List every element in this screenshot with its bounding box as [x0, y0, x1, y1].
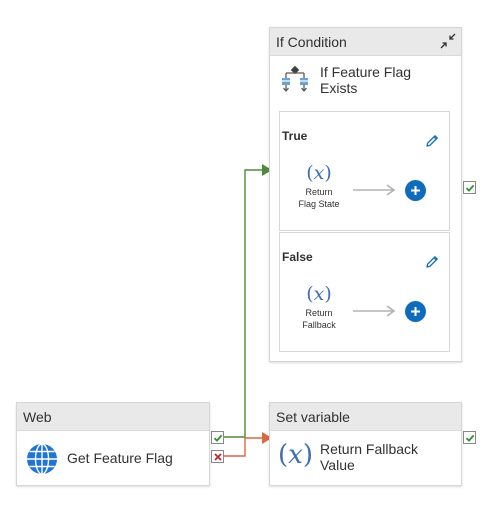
pencil-icon[interactable]	[424, 133, 440, 149]
set-variable-type-label: Set variable	[276, 409, 350, 425]
plus-icon	[411, 307, 420, 316]
false-branch-title: False	[282, 250, 313, 264]
fx-icon: (x)	[306, 283, 332, 305]
true-branch-title: True	[282, 129, 308, 143]
check-icon	[465, 184, 475, 192]
arrow-right-icon	[353, 184, 396, 196]
return-flag-state-activity[interactable]: (x) Return Flag State	[294, 162, 344, 210]
set-variable-name: Return Fallback Value	[320, 441, 419, 473]
pencil-icon[interactable]	[424, 254, 440, 270]
if-condition-activity[interactable]: If Condition If Feature Flag Exists True…	[269, 27, 462, 362]
set-variable-header: Set variable	[270, 403, 461, 431]
web-success-output[interactable]	[211, 431, 224, 444]
x-icon	[214, 453, 222, 461]
check-icon	[213, 434, 223, 442]
add-activity-button[interactable]	[405, 180, 426, 201]
set-variable-activity[interactable]: Set variable (x) Return Fallback Value	[269, 402, 462, 486]
if-condition-type-label: If Condition	[276, 34, 347, 50]
if-condition-name: If Feature Flag Exists	[320, 64, 412, 96]
fx-icon: (x)	[278, 440, 313, 470]
return-flag-state-label: Return Flag State	[298, 187, 340, 209]
success-connector	[224, 169, 262, 438]
web-activity-name: Get Feature Flag	[67, 450, 173, 466]
false-branch-pane[interactable]: False (x) Return Fallback	[279, 232, 450, 352]
if-condition-header: If Condition	[270, 28, 461, 56]
web-activity[interactable]: Web Get Feature Flag	[16, 402, 210, 486]
if-condition-success-output[interactable]	[463, 181, 476, 194]
add-activity-button[interactable]	[405, 301, 426, 322]
true-branch-pane[interactable]: True (x) Return Flag State	[279, 111, 450, 231]
collapse-icon[interactable]	[439, 32, 457, 50]
arrow-right-icon	[353, 305, 396, 317]
globe-icon	[27, 443, 57, 475]
set-variable-success-output[interactable]	[463, 431, 476, 444]
plus-icon	[411, 186, 420, 195]
branch-icon	[282, 65, 308, 93]
web-type-label: Web	[23, 409, 52, 425]
web-header: Web	[17, 403, 209, 431]
return-fallback-label: Return Fallback	[302, 308, 336, 330]
failure-connector	[224, 437, 262, 457]
check-icon	[465, 434, 475, 442]
fx-icon: (x)	[306, 162, 332, 184]
return-fallback-activity[interactable]: (x) Return Fallback	[294, 283, 344, 331]
web-failure-output[interactable]	[211, 450, 224, 463]
